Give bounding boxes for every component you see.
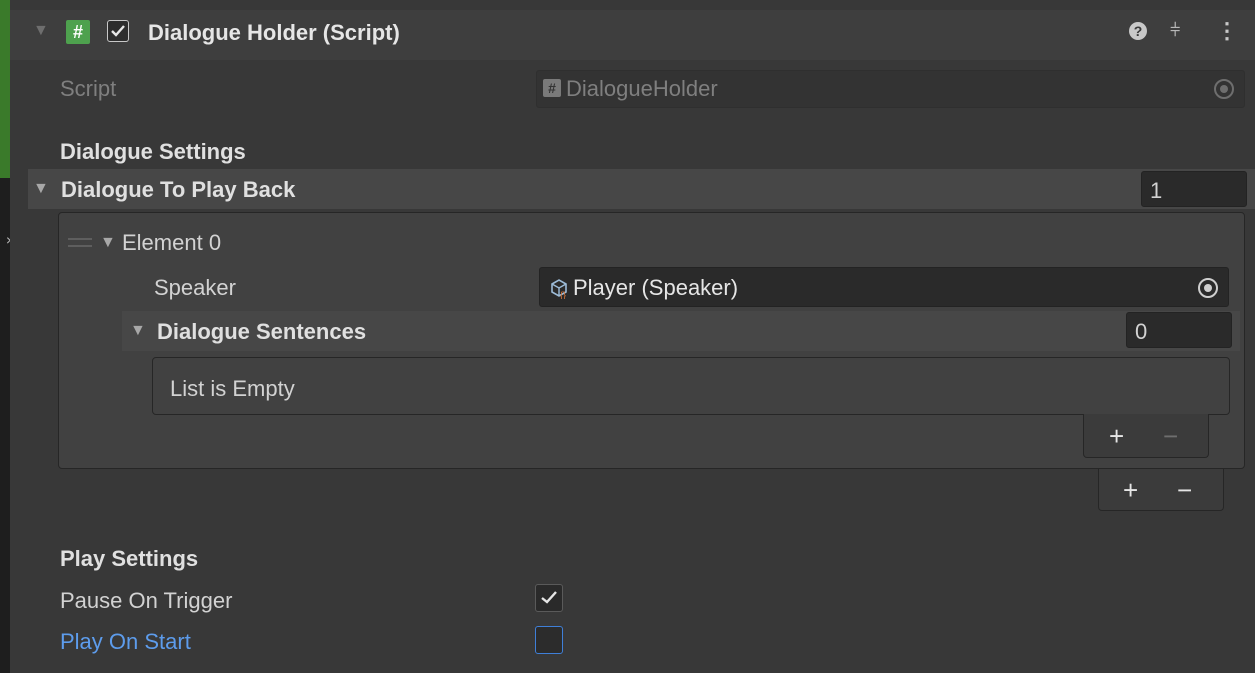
scene-edge-strip xyxy=(0,0,10,178)
kebab-menu-icon[interactable]: ⋮ xyxy=(1216,18,1238,44)
fold-triangle-icon[interactable]: ▼ xyxy=(33,22,49,40)
component-enabled-checkbox[interactable] xyxy=(107,20,129,42)
element-label[interactable]: Element 0 xyxy=(122,230,221,256)
dialogue-settings-header: Dialogue Settings xyxy=(60,139,246,164)
check-icon xyxy=(111,25,125,37)
component-title: Dialogue Holder (Script) xyxy=(148,20,400,45)
sentences-remove-button[interactable]: − xyxy=(1163,423,1178,449)
help-icon[interactable]: ? xyxy=(1129,22,1147,40)
speaker-label: Speaker xyxy=(154,275,236,300)
drag-handle-line-2[interactable] xyxy=(68,245,92,247)
sentences-add-button[interactable]: + xyxy=(1109,423,1124,449)
pause-on-trigger-checkbox[interactable] xyxy=(535,584,563,612)
play-on-start-checkbox[interactable] xyxy=(535,626,563,654)
sentences-footer xyxy=(1083,414,1209,458)
script-hash-small-icon: # xyxy=(543,79,561,97)
presets-icon[interactable]: ⫩ xyxy=(1170,20,1180,41)
sentences-size: 0 xyxy=(1135,319,1148,344)
sentences-list-box xyxy=(152,357,1230,415)
check-icon xyxy=(541,591,557,604)
speaker-value: Player (Speaker) xyxy=(573,275,739,300)
list-empty-text: List is Empty xyxy=(170,376,295,401)
dialogue-add-button[interactable]: + xyxy=(1123,477,1138,503)
scriptable-object-icon: {} xyxy=(551,279,567,299)
dialogue-remove-button[interactable]: − xyxy=(1177,477,1192,503)
sentences-label: Dialogue Sentences xyxy=(157,319,367,344)
speaker-target-icon[interactable] xyxy=(1198,278,1218,298)
script-value: DialogueHolder xyxy=(566,76,718,101)
play-on-start-label: Play On Start xyxy=(60,629,191,654)
script-label: Script xyxy=(60,76,117,101)
play-settings-header: Play Settings xyxy=(60,546,199,571)
script-target-icon xyxy=(1214,79,1234,99)
dialogue-list-footer xyxy=(1098,469,1224,511)
drag-handle-line-1[interactable] xyxy=(68,238,92,240)
dialogue-list-fold-icon[interactable]: ▼ xyxy=(33,180,49,198)
svg-text:{}: {} xyxy=(560,290,566,299)
script-hash-icon: # xyxy=(66,20,90,44)
dialogue-list-size: 1 xyxy=(1150,178,1163,203)
dialogue-list-label: Dialogue To Play Back xyxy=(61,177,296,202)
sentences-fold-icon[interactable]: ▼ xyxy=(130,322,146,340)
pause-on-trigger-label: Pause On Trigger xyxy=(60,588,233,613)
element-fold-icon[interactable]: ▼ xyxy=(100,234,116,252)
